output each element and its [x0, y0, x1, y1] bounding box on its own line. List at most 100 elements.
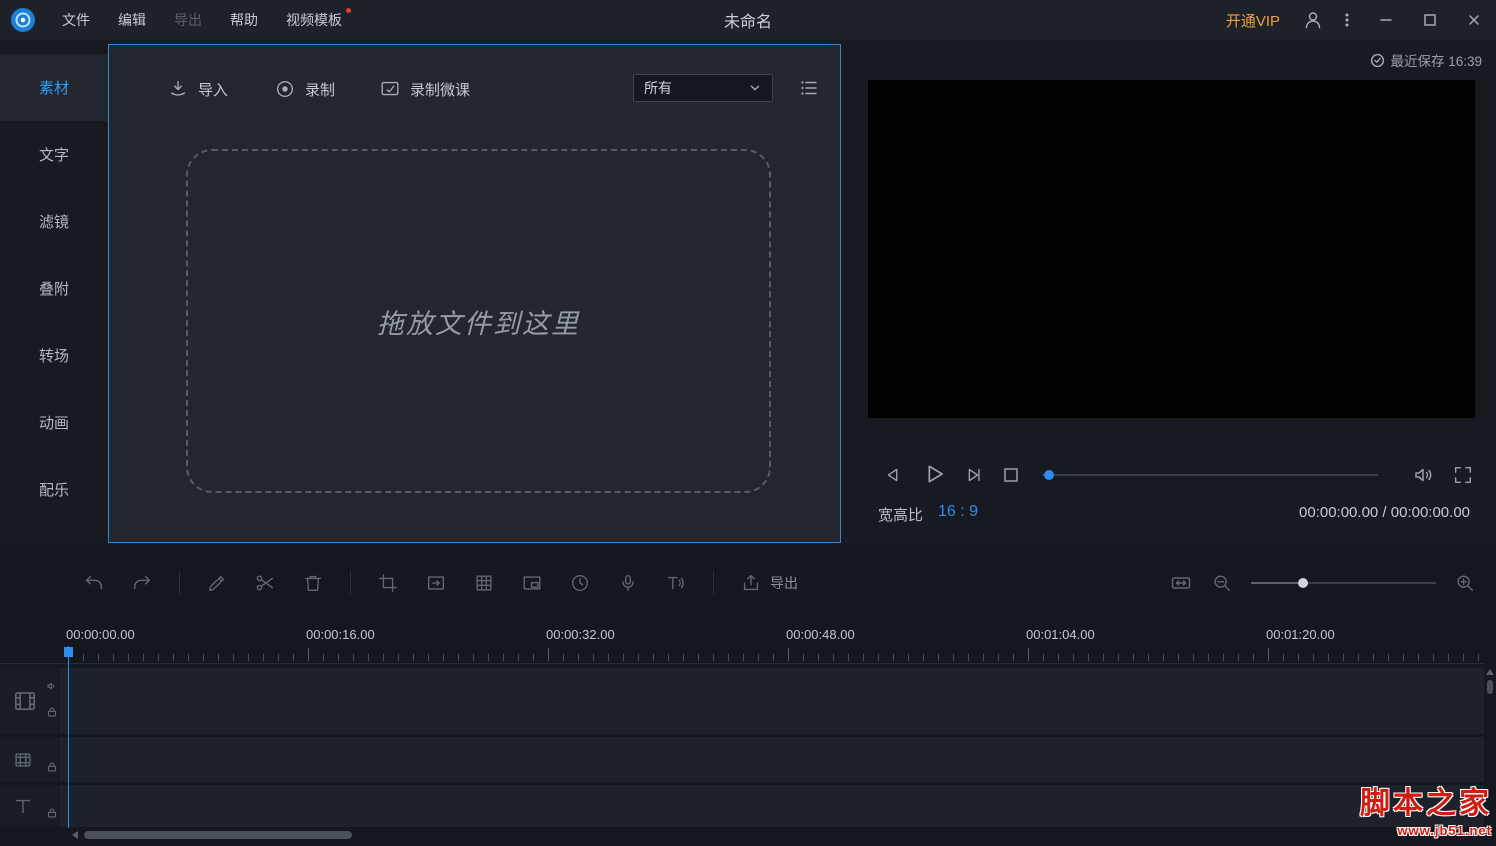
zoom-slider-handle[interactable]	[1297, 578, 1308, 588]
cut-icon[interactable]	[254, 572, 276, 594]
track-lock-icon[interactable]	[46, 807, 58, 819]
ruler-label: 00:00:32.00	[546, 627, 615, 642]
export-label: 导出	[770, 575, 798, 591]
import-label: 导入	[198, 81, 229, 99]
record-lesson-button[interactable]: 录制微课	[379, 75, 470, 103]
undo-icon[interactable]	[83, 572, 105, 594]
zoom-out-icon[interactable]	[1211, 572, 1233, 594]
sidebar-item-text[interactable]: 文字	[0, 121, 108, 188]
record-lesson-label: 录制微课	[410, 81, 471, 99]
prev-frame-button[interactable]	[882, 464, 904, 486]
fullscreen-icon[interactable]	[1452, 464, 1474, 486]
import-icon	[167, 78, 189, 100]
last-saved-text: 最近保存 16:39	[1390, 54, 1482, 69]
sidebar-item-filter[interactable]: 滤镜	[0, 188, 108, 255]
maximize-button[interactable]	[1408, 0, 1452, 40]
ruler-label: 00:01:04.00	[1026, 627, 1095, 642]
redo-icon[interactable]	[131, 572, 153, 594]
ruler-label: 00:00:00.00	[66, 627, 135, 642]
ruler-major-ticks	[68, 648, 1484, 661]
overlay-track[interactable]	[0, 737, 1484, 782]
zoom-slider-fill	[1251, 582, 1303, 584]
sidebar-item-overlay[interactable]: 叠附	[0, 255, 108, 322]
overlay-track-header	[0, 737, 62, 782]
menu-bar: 文件 编辑 导出 帮助 视频模板	[48, 0, 356, 40]
edit-icon[interactable]	[206, 572, 228, 594]
sidebar-item-transition[interactable]: 转场	[0, 322, 108, 389]
minimize-button[interactable]	[1364, 0, 1408, 40]
text-to-speech-icon[interactable]	[665, 572, 687, 594]
playback-progress[interactable]	[1042, 470, 1378, 480]
material-panel: 导入 录制 录制微课 所有 拖放文件到这里	[108, 44, 841, 543]
crop-icon[interactable]	[377, 572, 399, 594]
record-label: 录制	[305, 81, 336, 99]
play-button[interactable]	[920, 460, 948, 488]
file-dropzone[interactable]: 拖放文件到这里	[186, 149, 771, 493]
timeline-ruler[interactable]: 00:00:00.00 00:00:16.00 00:00:32.00 00:0…	[0, 622, 1484, 664]
dropzone-hint: 拖放文件到这里	[377, 308, 580, 339]
text-track-header	[0, 785, 62, 827]
timeline-horizontal-scrollbar[interactable]	[0, 828, 1484, 842]
export-button[interactable]: 导出	[740, 572, 798, 594]
sidebar-item-material[interactable]: 素材	[0, 54, 108, 121]
timecode-display: 00:00:00.00 / 00:00:00.00	[1299, 504, 1470, 521]
user-icon[interactable]	[1296, 0, 1330, 40]
delete-icon[interactable]	[302, 572, 324, 594]
record-button[interactable]: 录制	[274, 75, 335, 103]
scroll-up-arrow-icon[interactable]	[1486, 669, 1494, 675]
menu-edit[interactable]: 编辑	[104, 0, 160, 40]
volume-icon[interactable]	[1412, 463, 1436, 487]
zoom-in-icon[interactable]	[1454, 572, 1476, 594]
export-icon	[740, 572, 762, 594]
track-lock-icon[interactable]	[46, 706, 58, 718]
text-track-icon	[12, 795, 34, 817]
stop-button[interactable]	[1002, 466, 1020, 484]
canvas-size-icon[interactable]	[425, 572, 447, 594]
menu-video-templates[interactable]: 视频模板	[272, 0, 356, 40]
material-filter-value: 所有	[644, 80, 672, 96]
record-audio-icon[interactable]	[617, 572, 639, 594]
list-view-icon[interactable]	[799, 78, 819, 98]
video-track-header	[0, 668, 62, 734]
menu-file[interactable]: 文件	[48, 0, 104, 40]
kebab-menu-icon[interactable]	[1330, 0, 1364, 40]
track-lock-icon[interactable]	[46, 761, 58, 773]
import-button[interactable]: 导入	[167, 75, 228, 103]
aspect-ratio-value[interactable]: 16 : 9	[938, 503, 978, 521]
vip-button[interactable]: 开通VIP	[1226, 10, 1280, 31]
playhead-handle[interactable]	[64, 647, 73, 657]
chevron-down-icon	[748, 81, 762, 95]
playhead-line	[68, 646, 69, 828]
menu-help[interactable]: 帮助	[216, 0, 272, 40]
sidebar: 素材 文字 滤镜 叠附 转场 动画 配乐	[0, 44, 108, 544]
app-window: 文件 编辑 导出 帮助 视频模板 未命名 开通VIP 素材 文字 滤镜 叠附 转…	[0, 0, 1496, 846]
timeline-vertical-scrollbar[interactable]	[1484, 664, 1496, 828]
fit-timeline-icon[interactable]	[1169, 571, 1193, 595]
duration-icon[interactable]	[569, 572, 591, 594]
horizontal-scrollbar-thumb[interactable]	[84, 831, 352, 839]
track-mute-icon[interactable]	[46, 680, 58, 692]
ruler-label: 00:00:48.00	[786, 627, 855, 642]
sidebar-item-animation[interactable]: 动画	[0, 389, 108, 456]
toolbar-separator	[179, 571, 180, 595]
material-filter-dropdown[interactable]: 所有	[633, 74, 773, 102]
record-lesson-icon	[379, 78, 401, 100]
scroll-left-arrow-icon[interactable]	[72, 831, 78, 839]
zoom-slider[interactable]	[1251, 576, 1436, 590]
document-title: 未命名	[723, 14, 772, 31]
vertical-scrollbar-thumb[interactable]	[1487, 680, 1493, 694]
titlebar-right: 开通VIP	[1226, 0, 1496, 40]
mosaic-icon[interactable]	[473, 572, 495, 594]
pip-icon[interactable]	[521, 572, 543, 594]
video-preview[interactable]	[868, 80, 1475, 418]
ruler-label: 00:01:20.00	[1266, 627, 1335, 642]
app-logo-icon[interactable]	[10, 7, 36, 33]
video-track-icon	[12, 688, 38, 714]
ruler-label: 00:00:16.00	[306, 627, 375, 642]
video-track[interactable]	[0, 668, 1484, 734]
sidebar-item-music[interactable]: 配乐	[0, 456, 108, 523]
playback-progress-handle[interactable]	[1044, 470, 1054, 480]
next-frame-button[interactable]	[962, 464, 984, 486]
close-button[interactable]	[1452, 0, 1496, 40]
text-track[interactable]	[0, 785, 1484, 827]
